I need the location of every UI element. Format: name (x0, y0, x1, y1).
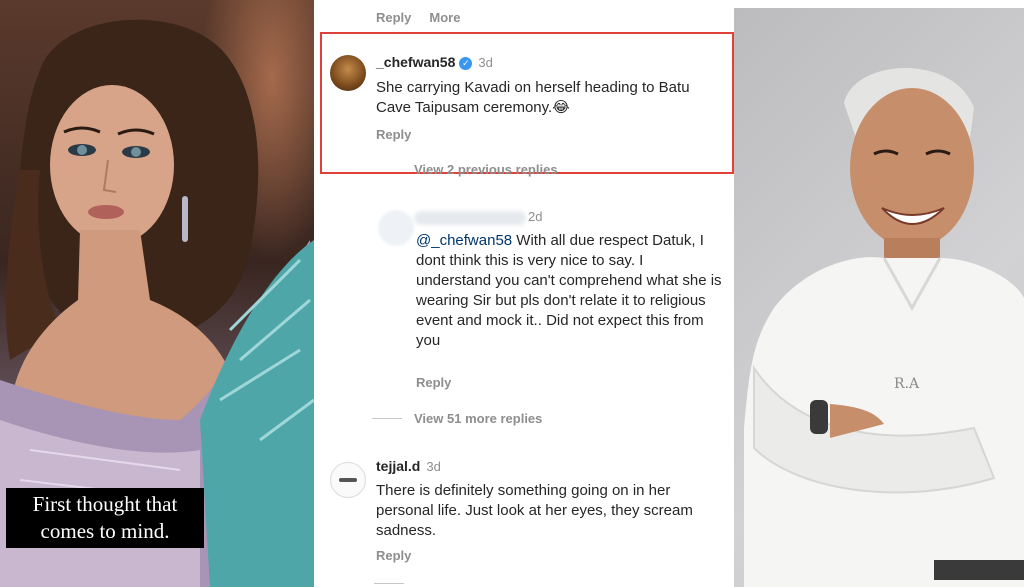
mention-link[interactable]: @_chefwan58 (416, 232, 512, 249)
reply-link-second[interactable]: Reply (416, 375, 451, 390)
reply-comment-text: @_chefwan58 With all due respect Datuk, … (416, 231, 722, 351)
reply-comment-body: With all due respect Datuk, I dont think… (416, 232, 722, 349)
tejjal-avatar[interactable] (330, 462, 366, 498)
username-tejjal[interactable]: tejjal.d (376, 458, 420, 474)
reply-time: 2d (528, 209, 543, 224)
blurred-username (414, 211, 526, 225)
top-actions: Reply More (376, 10, 460, 25)
view-more-replies-link[interactable]: View 51 more replies (414, 411, 542, 426)
more-replies-row[interactable]: View 51 more replies (372, 411, 542, 426)
highlighted-comment-text: She carrying Kavadi on herself heading t… (376, 79, 690, 116)
right-photo: R.A (734, 8, 1024, 587)
highlighted-comment-header: _chefwan58 ✓ 3d (376, 54, 493, 70)
more-link-top[interactable]: More (429, 10, 460, 25)
verified-badge-icon: ✓ (459, 57, 473, 70)
bottom-divider-dash (374, 583, 404, 584)
third-comment-text: There is definitely something going on i… (376, 482, 693, 539)
caption-box: First thought that comes to mind. (6, 488, 204, 548)
caption-line-2: comes to mind. (40, 519, 170, 543)
third-comment-header: tejjal.d 3d (376, 458, 441, 474)
view-previous-replies-link[interactable]: View 2 previous replies (414, 162, 558, 177)
svg-text:R.A: R.A (894, 376, 920, 392)
reply-link-top[interactable]: Reply (376, 10, 411, 25)
blurred-avatar (378, 210, 414, 246)
chef-photo-illustration: R.A (744, 68, 1024, 587)
comments-screenshot: Reply More _chefwan58 ✓ 3d She carrying Ka… (314, 0, 734, 587)
left-photo: First thought that comes to mind. (0, 0, 314, 587)
third-comment-time: 3d (426, 459, 441, 474)
caption-line-1: First thought that (32, 492, 178, 516)
username-chefwan[interactable]: _chefwan58 (376, 54, 455, 70)
avatar-logo-icon (339, 478, 357, 482)
reply-link-highlighted[interactable]: Reply (376, 127, 411, 142)
comment-time: 3d (478, 55, 493, 70)
divider-dash (372, 418, 402, 419)
chefwan-avatar[interactable] (330, 55, 366, 91)
reply-link-third[interactable]: Reply (376, 548, 411, 563)
